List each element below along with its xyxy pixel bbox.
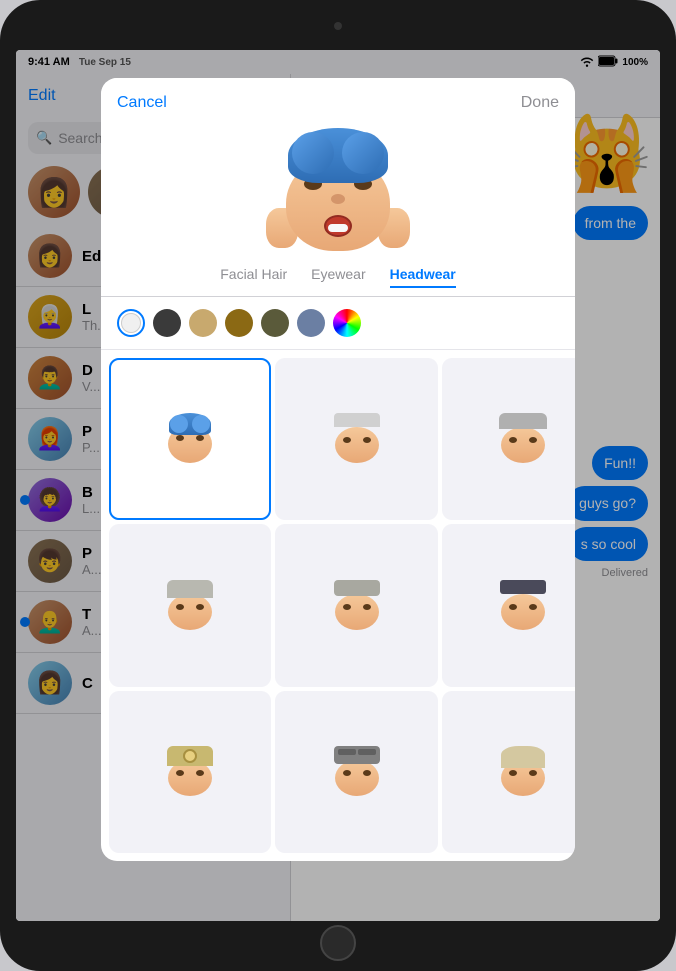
hw-preview-2: [498, 413, 548, 465]
nose: [331, 194, 345, 204]
hair-bun-left: [292, 132, 334, 174]
swatch-dark-olive[interactable]: [261, 309, 289, 337]
tab-eyewear[interactable]: Eyewear: [311, 266, 365, 288]
hw-cap-2: [499, 413, 547, 429]
hw-cap-13: [334, 746, 380, 764]
headwear-item-12[interactable]: [109, 691, 271, 853]
teeth: [328, 224, 348, 232]
modal-tabs: Facial Hair Eyewear Headwear: [101, 258, 575, 297]
cancel-button[interactable]: Cancel: [117, 94, 167, 112]
tab-facial-hair[interactable]: Facial Hair: [220, 266, 287, 288]
hw-cap-8: [500, 580, 546, 594]
hw-goggles-r: [358, 749, 376, 755]
swatch-rainbow[interactable]: [333, 309, 361, 337]
swatch-white[interactable]: [117, 309, 145, 337]
hw-preview-13: [332, 746, 382, 798]
hw-preview-14: [498, 746, 548, 798]
memoji-modal: Cancel Done: [101, 78, 575, 861]
hw-cap-7: [334, 580, 380, 596]
ipad-screen: 9:41 AM Tue Sep 15 100% Edit Messages ✎: [16, 50, 660, 921]
hw-cap-1: [334, 413, 380, 427]
hw-preview-1: [332, 413, 382, 465]
headwear-item-14[interactable]: [442, 691, 575, 853]
swatch-tan[interactable]: [189, 309, 217, 337]
hw-face-7: [335, 594, 379, 630]
hw-turban: [501, 746, 545, 768]
hw-cap-12: [167, 746, 213, 766]
headwear-item-7[interactable]: [275, 524, 437, 686]
hw-cap-6: [167, 580, 213, 598]
hw-preview-7: [332, 580, 382, 632]
headwear-grid: [101, 350, 575, 861]
headwear-item-1[interactable]: [275, 358, 437, 520]
headwear-item-6[interactable]: [109, 524, 271, 686]
memoji-preview-container: [278, 128, 398, 258]
swatch-white-inner: [121, 313, 141, 333]
swatch-dark-gray[interactable]: [153, 309, 181, 337]
tab-headwear[interactable]: Headwear: [390, 266, 456, 288]
hair-bun-right: [342, 132, 384, 174]
headwear-item-2[interactable]: [442, 358, 575, 520]
mouth: [324, 215, 352, 237]
headwear-item-8[interactable]: [442, 524, 575, 686]
camera-dot: [334, 22, 342, 30]
hw-preview-12: [165, 746, 215, 798]
hw-eye-l-s: [176, 435, 184, 441]
headwear-item-selected[interactable]: [109, 358, 271, 520]
headwear-item-13[interactable]: [275, 691, 437, 853]
swatch-blue-gray[interactable]: [297, 309, 325, 337]
headwear-preview-selected: [165, 413, 215, 465]
home-button[interactable]: [320, 925, 356, 961]
hw-face-2: [501, 427, 545, 463]
modal-header: Cancel Done: [101, 78, 575, 128]
hw-face-1: [335, 427, 379, 463]
hw-badge: [183, 749, 197, 763]
done-button[interactable]: Done: [521, 94, 559, 112]
avatar-preview: [101, 128, 575, 258]
hw-face-8: [501, 594, 545, 630]
hw-preview-8: [498, 580, 548, 632]
ipad-frame: 9:41 AM Tue Sep 15 100% Edit Messages ✎: [0, 0, 676, 971]
hw-face-6: [168, 594, 212, 630]
hw-preview-6: [165, 580, 215, 632]
hw-face-13: [335, 760, 379, 796]
hw-goggles: [338, 749, 356, 755]
hw-eye-r-s: [196, 435, 204, 441]
swatch-brown[interactable]: [225, 309, 253, 337]
color-swatches: [101, 297, 575, 350]
